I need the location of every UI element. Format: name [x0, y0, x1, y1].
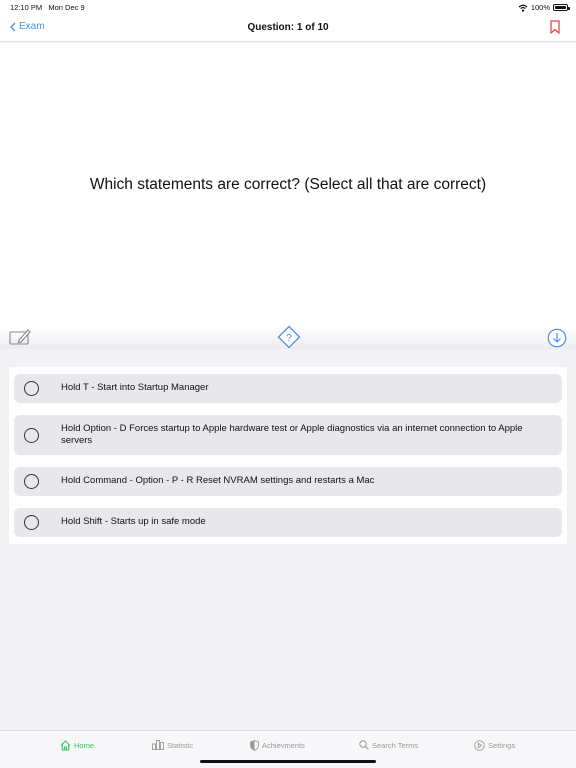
- bookmark-button[interactable]: [550, 20, 560, 39]
- notes-button[interactable]: [9, 328, 31, 351]
- tab-label: Settings: [488, 741, 516, 750]
- tab-search-terms[interactable]: Search Terms: [359, 740, 418, 750]
- answers-list: Hold T - Start into Startup Manager Hold…: [9, 367, 567, 544]
- battery-icon: [553, 4, 570, 11]
- arrow-down-circle-icon: [547, 328, 567, 348]
- radio-unchecked-icon[interactable]: [24, 427, 39, 443]
- status-time: 12:10 PM Mon Dec 9: [10, 3, 85, 12]
- bookmark-icon: [550, 20, 560, 35]
- navigation-bar: Exam Question: 1 of 10: [0, 14, 576, 42]
- bar-chart-icon: [152, 740, 164, 750]
- tab-label: Achievments: [262, 741, 305, 750]
- tab-home[interactable]: Home: [60, 740, 94, 751]
- pencil-note-icon: [9, 329, 31, 345]
- shield-icon: [250, 740, 259, 751]
- answer-option-3[interactable]: Hold Command - Option - P - R Reset NVRA…: [14, 467, 562, 496]
- play-circle-icon: [474, 740, 485, 751]
- question-area: Which statements are correct? (Select al…: [0, 43, 576, 327]
- hint-button[interactable]: ?: [277, 325, 301, 354]
- search-icon: [359, 740, 369, 750]
- svg-text:?: ?: [286, 333, 292, 344]
- question-text: Which statements are correct? (Select al…: [89, 176, 487, 193]
- answer-option-1[interactable]: Hold T - Start into Startup Manager: [14, 374, 562, 403]
- tab-statistic[interactable]: Statistic: [152, 740, 193, 750]
- answer-option-4[interactable]: Hold Shift - Starts up in safe mode: [14, 508, 562, 537]
- tab-settings[interactable]: Settings: [474, 740, 515, 751]
- tab-label: Home: [74, 741, 95, 750]
- tab-achievements[interactable]: Achievments: [250, 740, 305, 751]
- radio-unchecked-icon[interactable]: [24, 474, 39, 489]
- tab-label: Statistic: [167, 740, 194, 750]
- question-toolbar: ?: [0, 325, 576, 351]
- answer-label: Hold Option - D Forces startup to Apple …: [61, 422, 523, 447]
- status-bar: 12:10 PM Mon Dec 9 100%: [0, 0, 576, 14]
- status-indicators: 100%: [518, 3, 570, 12]
- house-icon: [60, 740, 71, 751]
- answer-label: Hold Shift - Starts up in safe mode: [61, 516, 206, 528]
- radio-unchecked-icon[interactable]: [24, 515, 39, 530]
- answer-label: Hold T - Start into Startup Manager: [61, 382, 209, 394]
- tab-label: Search Terms: [372, 740, 419, 750]
- battery-percent: 100%: [530, 3, 550, 12]
- wifi-icon: [518, 4, 528, 12]
- answer-option-2[interactable]: Hold Option - D Forces startup to Apple …: [14, 415, 562, 455]
- download-button[interactable]: [547, 328, 567, 353]
- page-title: Question: 1 of 10: [247, 22, 329, 33]
- radio-unchecked-icon[interactable]: [24, 381, 39, 396]
- question-diamond-icon: ?: [277, 325, 301, 349]
- answer-label: Hold Command - Option - P - R Reset NVRA…: [61, 475, 375, 487]
- home-indicator[interactable]: [200, 760, 376, 763]
